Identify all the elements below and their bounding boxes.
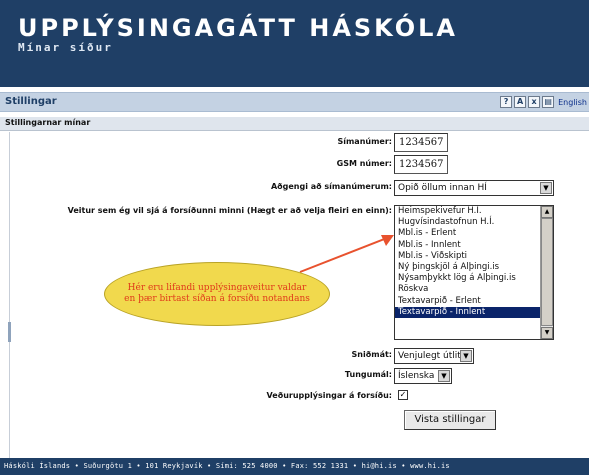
gsm-field[interactable]: 1234567 xyxy=(394,155,448,174)
template-select[interactable]: Venjulegt útlit ▼ xyxy=(394,348,474,364)
weather-checkbox[interactable]: ✓ xyxy=(398,390,408,400)
callout-text: Hér eru lifandi upplýsingaveitur valdar … xyxy=(124,283,310,304)
feed-option[interactable]: Hugvísindastofnun H.Í. xyxy=(395,217,553,228)
page-titlebar: Stillingar ? A x ▤ English xyxy=(0,92,589,112)
footer-address: Háskóli Íslands • Suðurgötu 1 • 101 Reyk… xyxy=(4,462,450,470)
close-icon[interactable]: x xyxy=(528,96,541,108)
feed-option[interactable]: Mbl.is - Viðskipti xyxy=(395,251,553,262)
language-select[interactable]: Íslenska ▼ xyxy=(394,368,452,384)
feed-option[interactable]: Mbl.is - Innlent xyxy=(395,240,553,251)
toolbar: ? A x ▤ English xyxy=(500,96,587,108)
feed-option[interactable]: Röskva xyxy=(395,284,553,295)
help-icon[interactable]: ? xyxy=(500,96,513,108)
font-icon[interactable]: A xyxy=(514,96,527,108)
section-header: Stillingarnar mínar xyxy=(0,117,589,131)
english-link[interactable]: English xyxy=(558,98,587,107)
feed-option[interactable]: Textavarpið - Innlent xyxy=(395,306,553,318)
print-icon[interactable]: ▤ xyxy=(542,96,555,108)
site-title: UPPLÝSINGAGÁTT HÁSKÓLA xyxy=(18,14,458,42)
access-select[interactable]: Opið öllum innan HÍ ▼ xyxy=(394,180,554,196)
site-banner: UPPLÝSINGAGÁTT HÁSKÓLA Mínar síður xyxy=(0,0,589,87)
access-select-value: Opið öllum innan HÍ xyxy=(398,183,487,193)
language-label: Tungumál: xyxy=(344,370,392,379)
weather-label: Veðurupplýsingar á forsíðu: xyxy=(266,391,392,400)
phone-label: Símanúmer: xyxy=(337,137,392,146)
left-resize-handle[interactable] xyxy=(8,322,11,342)
feeds-listbox[interactable]: Heimspekivefur H.Í. Hugvísindastofnun H.Í… xyxy=(394,205,554,340)
site-subtitle: Mínar síður xyxy=(18,41,113,54)
feed-option[interactable]: Ný þingskjöl á Alþingi.is xyxy=(395,262,553,273)
access-label: Aðgengi að símanúmerum: xyxy=(270,182,392,191)
template-select-value: Venjulegt útlit xyxy=(398,351,461,361)
left-divider xyxy=(9,132,10,458)
callout-bubble: Hér eru lifandi upplýsingaveitur valdar … xyxy=(104,262,330,326)
feed-option[interactable]: Mbl.is - Erlent xyxy=(395,228,553,239)
scroll-up-icon[interactable]: ▲ xyxy=(541,206,553,218)
save-settings-button[interactable]: Vista stillingar xyxy=(404,410,496,430)
feeds-label: Veitur sem ég vil sjá á forsíðunni minni… xyxy=(67,206,392,215)
footer: Háskóli Íslands • Suðurgötu 1 • 101 Reyk… xyxy=(0,458,589,475)
feed-option[interactable]: Textavarpið - Erlent xyxy=(395,296,553,307)
feed-option[interactable]: Nýsamþykkt lög á Alþingi.is xyxy=(395,273,553,284)
template-label: Sniðmát: xyxy=(351,350,392,359)
feeds-list: Heimspekivefur H.Í. Hugvísindastofnun H.Í… xyxy=(395,206,553,318)
scroll-down-icon[interactable]: ▼ xyxy=(541,327,553,339)
chevron-down-icon[interactable]: ▼ xyxy=(438,370,450,382)
section-title: Stillingarnar mínar xyxy=(5,118,91,127)
phone-field[interactable]: 1234567 xyxy=(394,133,448,152)
gsm-label: GSM númer: xyxy=(336,159,392,168)
page-title: Stillingar xyxy=(5,96,57,107)
chevron-down-icon[interactable]: ▼ xyxy=(540,182,552,194)
language-select-value: Íslenska xyxy=(398,371,435,381)
chevron-down-icon[interactable]: ▼ xyxy=(460,350,472,362)
scroll-thumb[interactable] xyxy=(541,218,553,326)
feed-option[interactable]: Heimspekivefur H.Í. xyxy=(395,206,553,217)
listbox-scrollbar[interactable]: ▲ ▼ xyxy=(540,206,553,339)
